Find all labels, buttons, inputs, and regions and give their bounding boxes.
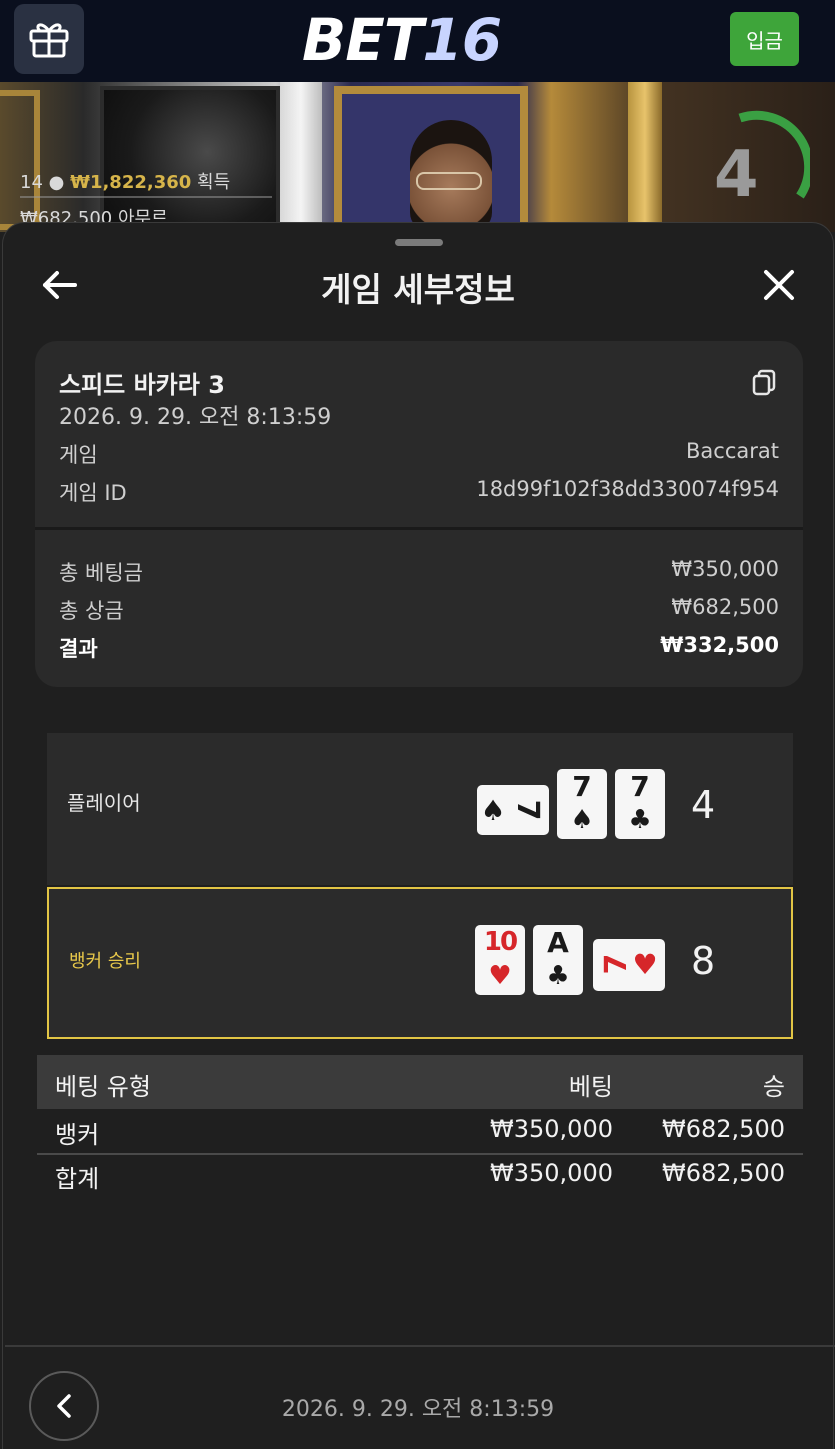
dealer-glasses (416, 172, 482, 190)
banker-card-1-suit: ♥ (488, 961, 512, 991)
result-label: 결과 (59, 637, 98, 661)
footer-divider (5, 1345, 835, 1347)
bet-amount-header: 베팅 (568, 1073, 613, 1101)
game-type-row: 게임 Baccarat (59, 439, 779, 469)
bet-type-cell: 뱅커 (55, 1121, 100, 1149)
stats-divider (20, 196, 272, 198)
bet-win-header: 승 (762, 1073, 785, 1101)
player-card-2: 7 ♠ (557, 769, 607, 839)
copy-icon[interactable] (751, 369, 777, 397)
player-hand: 플레이어 ♠ 7 7 ♠ 7 ♣ 4 (47, 733, 793, 885)
logo-text-main: BET (302, 6, 423, 74)
person-icon: ● (48, 172, 65, 193)
player-card-1-rank: 7 (510, 799, 545, 821)
banker-card-1-rank: 10 (483, 927, 518, 957)
game-info-card: 스피드 바카라 3 2026. 9. 29. 오전 8:13:59 게임 Bac… (35, 341, 803, 687)
banker-card-2: A ♣ (533, 925, 583, 995)
game-id-row: 게임 ID 18d99f102f38dd330074f954 (59, 477, 779, 507)
total-win-value: ₩682,500 (671, 595, 779, 619)
total-win-row: 총 상금 ₩682,500 (59, 595, 779, 625)
gift-icon (29, 23, 69, 58)
winnings-suffix: 획득 (197, 172, 231, 193)
total-bet-row: 총 베팅금 ₩350,000 (59, 557, 779, 587)
banker-result-label: 뱅커 승리 (69, 951, 141, 972)
players-stats: 14 ● ₩1,822,360 획득 (20, 168, 230, 194)
game-type-label: 게임 (59, 443, 98, 467)
bets-table-header: 베팅 유형 베팅 승 (37, 1055, 803, 1109)
gift-button[interactable] (14, 4, 84, 74)
game-id-label: 게임 ID (59, 481, 127, 505)
deposit-button[interactable]: 입금 (730, 12, 799, 66)
game-name: 스피드 바카라 3 (59, 371, 225, 399)
winnings-amount: ₩1,822,360 (70, 172, 192, 193)
total-win-label: 총 상금 (59, 599, 124, 623)
total-bet-value: ₩350,000 (671, 557, 779, 581)
banker-card-2-suit: ♣ (546, 961, 570, 991)
top-bar: BET16 입금 (0, 0, 835, 82)
banker-card-2-rank: A (547, 926, 569, 959)
footer-datetime: 2026. 9. 29. 오전 8:13:59 (281, 1397, 555, 1422)
logo-text-num: 16 (422, 6, 502, 74)
result-row: 결과 ₩332,500 (59, 633, 779, 663)
bet-win-cell: ₩682,500 (662, 1115, 785, 1143)
table-total-row: 합계 ₩350,000 ₩682,500 (37, 1153, 803, 1195)
total-bet-cell: ₩350,000 (490, 1159, 613, 1187)
countdown-timer: 4 (714, 138, 759, 212)
players-count: 14 (20, 172, 43, 193)
player-label: 플레이어 (67, 791, 141, 815)
total-type-cell: 합계 (55, 1165, 100, 1193)
banker-card-3-suit: ♥ (632, 948, 658, 981)
sheet-grab-handle[interactable] (395, 239, 443, 246)
player-score: 4 (691, 783, 716, 827)
game-id-value[interactable]: 18d99f102f38dd330074f954 (476, 477, 779, 501)
game-details-sheet: 게임 세부정보 스피드 바카라 3 2026. 9. 29. 오전 8:13:5… (2, 222, 835, 1449)
player-card-1: ♠ 7 (477, 785, 549, 835)
player-card-2-suit: ♠ (570, 805, 594, 835)
info-divider (35, 527, 803, 530)
banker-score: 8 (691, 939, 716, 983)
brand-logo[interactable]: BET16 (302, 6, 502, 74)
bet-type-header: 베팅 유형 (55, 1073, 151, 1101)
player-card-3-rank: 7 (630, 770, 650, 803)
bet-amount-cell: ₩350,000 (490, 1115, 613, 1143)
live-video: 14 ● ₩1,822,360 획득 ₩682,500 아무르 4 (0, 82, 835, 232)
player-card-3: 7 ♣ (615, 769, 665, 839)
result-value: ₩332,500 (660, 633, 779, 657)
total-win-cell: ₩682,500 (662, 1159, 785, 1187)
banker-hand: 뱅커 승리 10 ♥ A ♣ 7 ♥ 8 (47, 887, 793, 1039)
total-bet-label: 총 베팅금 (59, 561, 143, 585)
banker-card-3: 7 ♥ (593, 939, 665, 991)
video-frame-right (628, 82, 662, 232)
player-card-3-suit: ♣ (628, 805, 652, 835)
banker-card-1: 10 ♥ (475, 925, 525, 995)
game-datetime: 2026. 9. 29. 오전 8:13:59 (59, 405, 332, 430)
game-type-value: Baccarat (686, 439, 779, 463)
player-card-2-rank: 7 (572, 770, 592, 803)
close-icon[interactable] (761, 267, 797, 303)
sheet-title: 게임 세부정보 (321, 270, 515, 309)
table-row: 뱅커 ₩350,000 ₩682,500 (37, 1111, 803, 1153)
video-pillar (280, 82, 322, 232)
